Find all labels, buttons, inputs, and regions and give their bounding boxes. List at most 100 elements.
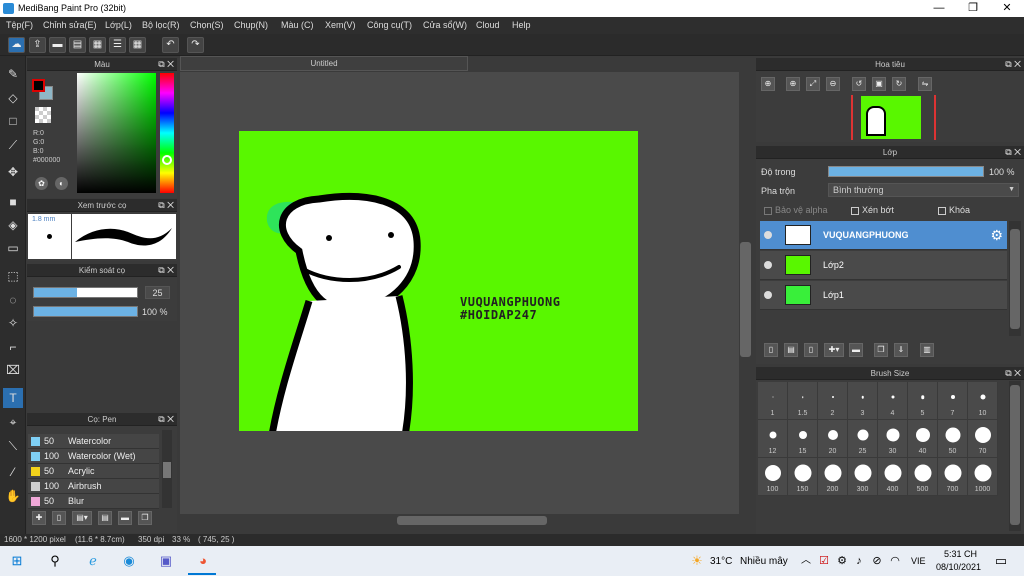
zoom-out-icon[interactable]: ⊖ [826, 77, 840, 91]
hand-tool-icon[interactable]: ✋ [3, 486, 23, 506]
brush-size-cell[interactable]: 5 [908, 382, 938, 420]
edge-browser-icon[interactable]: ◉ [120, 552, 138, 570]
list-icon[interactable]: ☰ [109, 37, 126, 53]
scrollbar-thumb[interactable] [1010, 229, 1020, 329]
menu-file[interactable]: Tệp(F) [6, 20, 33, 30]
brush-size-cell[interactable]: 40 [908, 420, 938, 458]
menu-window[interactable]: Cửa sổ(W) [423, 20, 467, 30]
menu-cloud[interactable]: Cloud [476, 20, 500, 30]
brush-size-cell[interactable]: 300 [848, 458, 878, 496]
rotate-right-icon[interactable]: ↻ [892, 77, 906, 91]
ie-browser-icon[interactable]: ℯ [84, 552, 102, 570]
duplicate-icon[interactable]: ❐ [138, 511, 152, 525]
scrollbar-thumb[interactable] [163, 462, 171, 478]
zoom-plus-icon[interactable]: ⊕ [786, 77, 800, 91]
brush-list-scrollbar[interactable] [162, 430, 172, 508]
antivirus-icon[interactable]: ☑ [815, 552, 833, 570]
navigator-viewport[interactable] [851, 95, 936, 140]
visibility-eye-icon[interactable] [764, 291, 772, 299]
operation-tool-icon[interactable]: ⌖ [3, 412, 23, 432]
canvas-vertical-scrollbar[interactable] [739, 72, 752, 514]
panel-close-icon[interactable]: ⧉ ✕ [1005, 58, 1021, 71]
clock-time[interactable]: 5:31 CH [944, 549, 977, 559]
brush-size-cell[interactable]: 25 [848, 420, 878, 458]
move-tool-icon[interactable]: ✥ [3, 162, 23, 182]
undo-icon[interactable]: ↶ [162, 37, 179, 53]
brush-size-cell[interactable]: 50 [938, 420, 968, 458]
close-button[interactable]: ✕ [990, 0, 1024, 17]
layer-opacity-slider[interactable] [828, 166, 984, 177]
scrollbar-thumb[interactable] [397, 516, 547, 525]
saturation-value-picker[interactable] [77, 73, 156, 193]
protect-alpha-checkbox[interactable]: Bảo vệ alpha [764, 205, 828, 215]
foreground-color-swatch[interactable] [32, 79, 45, 92]
new-8bit-layer-icon[interactable]: ▯ [804, 343, 818, 357]
panel-close-icon[interactable]: ⧉ ✕ [158, 413, 174, 426]
lock-checkbox[interactable]: Khóa [938, 205, 970, 215]
notification-icon[interactable]: ▭ [992, 552, 1010, 570]
minimize-button[interactable]: — [922, 0, 956, 17]
menu-filter[interactable]: Bộ lọc(R) [142, 20, 180, 30]
rect-tool-icon[interactable]: □ [3, 111, 23, 131]
brush-opacity-slider[interactable] [33, 306, 138, 317]
brush-size-cell[interactable]: 700 [938, 458, 968, 496]
brush-size-cell[interactable]: 70 [968, 420, 998, 458]
volume-icon[interactable]: ♪ [850, 552, 868, 570]
hue-slider[interactable] [160, 73, 174, 193]
network-icon[interactable]: ⊘ [868, 552, 886, 570]
brush-size-cell[interactable]: 10 [968, 382, 998, 420]
artboard[interactable]: VUQUANGPHUONG #HOIDAP247 [239, 131, 638, 431]
menu-color[interactable]: Màu (C) [281, 20, 314, 30]
brush-size-cell[interactable]: 20 [818, 420, 848, 458]
blend-mode-select[interactable]: Bình thường ▼ [828, 183, 1019, 197]
menu-capture[interactable]: Chụp(N) [234, 20, 268, 30]
transparent-swatch[interactable] [35, 107, 51, 123]
brush-size-cell[interactable]: 3 [848, 382, 878, 420]
teams-icon[interactable]: ▣ [157, 552, 175, 570]
add-brush-icon[interactable]: ✚ [32, 511, 46, 525]
layer-row-2[interactable]: Lớp2 [760, 251, 1007, 280]
eyedropper-icon[interactable]: ⁄ [3, 462, 23, 482]
new-brush-icon[interactable]: ▯ [52, 511, 66, 525]
visibility-eye-icon[interactable] [764, 231, 772, 239]
brush-size-cell[interactable]: 1 [758, 382, 788, 420]
brush-item-watercolor-wet[interactable]: 100 Watercolor (Wet) [28, 449, 159, 464]
palette-icon[interactable]: ✿ [35, 177, 48, 190]
new-halftone-layer-icon[interactable]: ▤ [784, 343, 798, 357]
brush-item-blur[interactable]: 50 Blur [28, 494, 159, 509]
grid-icon[interactable]: ▦ [129, 37, 146, 53]
menu-layer[interactable]: Lớp(L) [105, 20, 132, 30]
brush-doc-icon[interactable]: ▤ [98, 511, 112, 525]
brush-item-airbrush[interactable]: 100 Airbrush [28, 479, 159, 494]
panel-close-icon[interactable]: ⧉ ✕ [158, 264, 174, 277]
document-icon[interactable]: ▦ [89, 37, 106, 53]
select-eraser-icon[interactable]: ⌧ [3, 360, 23, 380]
scrollbar-thumb[interactable] [740, 242, 751, 357]
rotate-left-icon[interactable]: ↺ [852, 77, 866, 91]
brush-size-cell[interactable]: 4 [878, 382, 908, 420]
eraser-tool-icon[interactable]: ◇ [3, 88, 23, 108]
windows-start-icon[interactable]: ⊞ [8, 552, 26, 570]
brush-size-slider[interactable] [33, 287, 138, 298]
brush-item-watercolor[interactable]: 50 Watercolor [28, 434, 159, 449]
canvas-horizontal-scrollbar[interactable] [180, 514, 752, 527]
fit-icon[interactable]: ⤢ [806, 77, 820, 91]
trash-icon[interactable]: ▥ [920, 343, 934, 357]
layer-scrollbar[interactable] [1009, 221, 1021, 336]
clipping-checkbox[interactable]: Xén bớt [851, 205, 894, 215]
lasso-tool-icon[interactable]: ◌ [3, 290, 23, 310]
brush-size-cell[interactable]: 30 [878, 420, 908, 458]
redo-icon[interactable]: ↷ [187, 37, 204, 53]
brush-size-cell[interactable]: 1.5 [788, 382, 818, 420]
brush-size-cell[interactable]: 1000 [968, 458, 998, 496]
magic-wand-icon[interactable]: ✧ [3, 313, 23, 333]
gear-icon[interactable]: ⚙ [990, 227, 1003, 244]
maximize-button[interactable]: ❐ [956, 0, 990, 17]
brush-size-cell[interactable]: 400 [878, 458, 908, 496]
text-tool-icon[interactable]: T [3, 388, 23, 408]
panel-close-icon[interactable]: ⧉ ✕ [1005, 367, 1021, 380]
bucket-tool-icon[interactable]: ◈ [3, 215, 23, 235]
brush-size-cell[interactable]: 7 [938, 382, 968, 420]
medibang-icon[interactable]: ◕ [194, 552, 212, 570]
reset-icon[interactable]: ▣ [872, 77, 886, 91]
